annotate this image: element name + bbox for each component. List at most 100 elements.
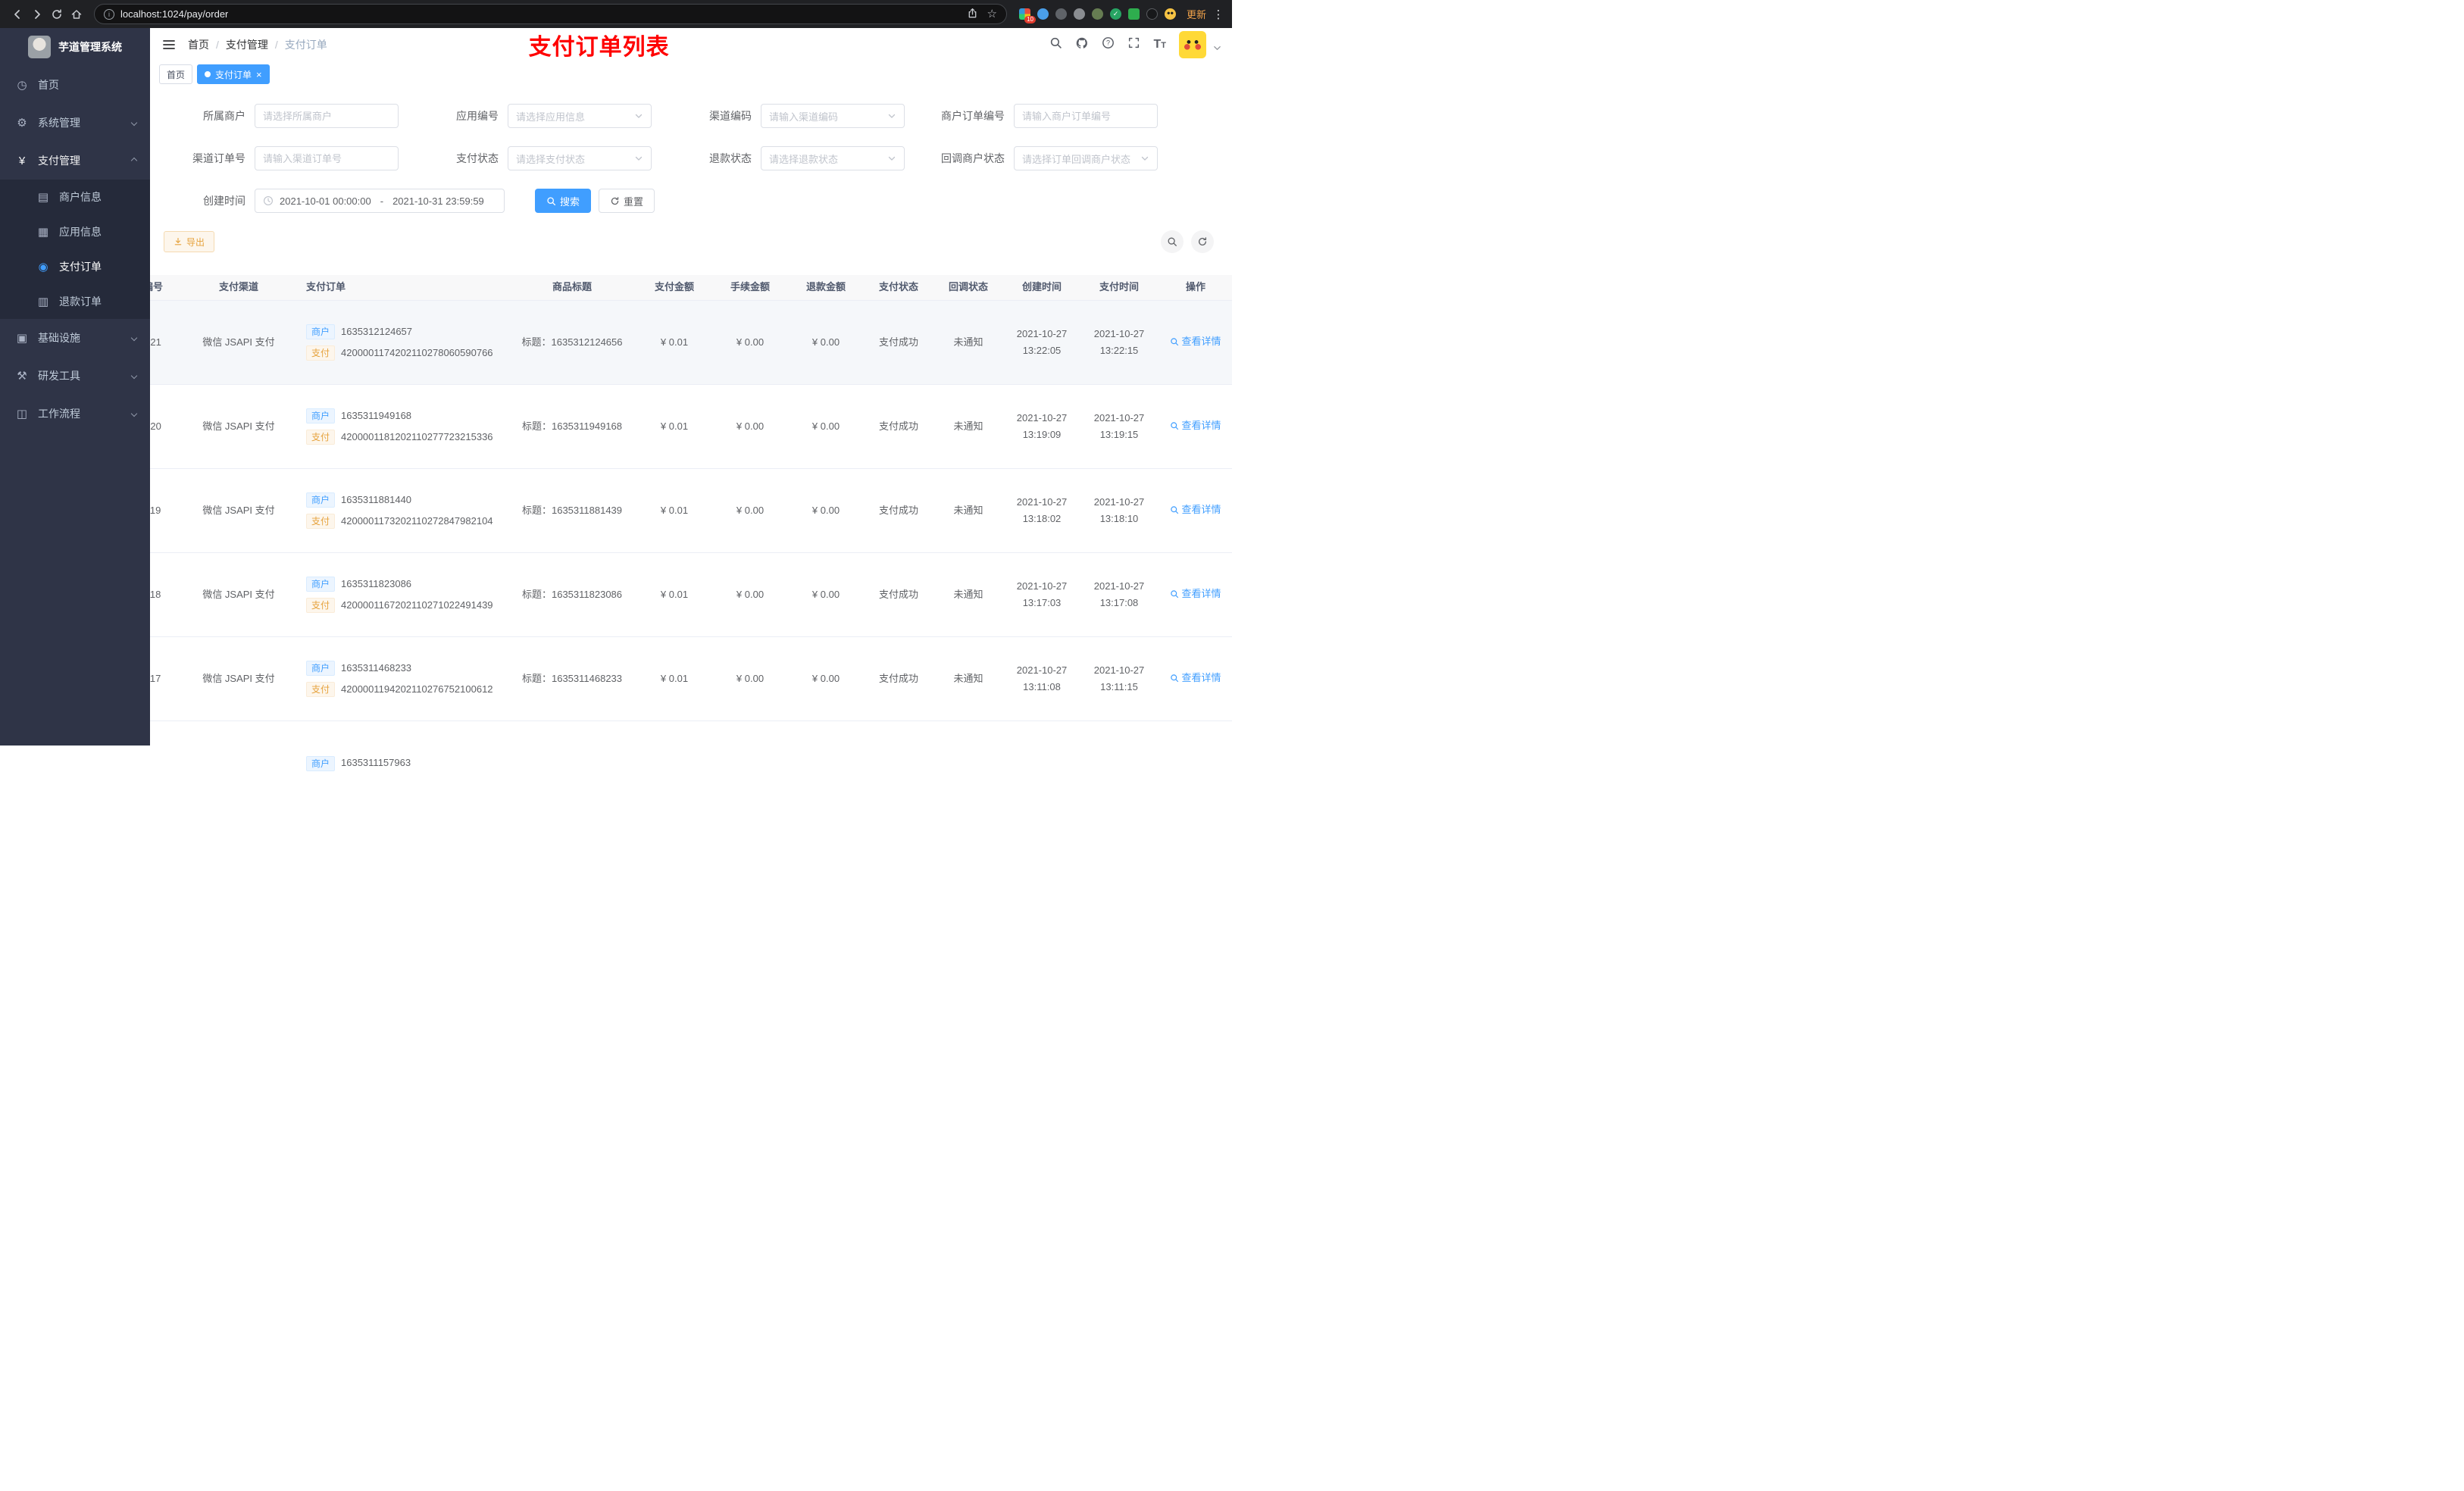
refresh-table-button[interactable] [1191,230,1214,253]
refund-status-filter-select[interactable]: 请选择退款状态 [761,146,905,170]
sidebar-item-payment[interactable]: ¥ 支付管理 [0,142,150,180]
extension-icon[interactable] [1037,8,1049,20]
sidebar: 芋道管理系统 ◷ 首页 ⚙ 系统管理 ¥ 支付管理 ▤ 商户信息 ▦ 应用信息 … [0,28,150,746]
forward-icon[interactable] [27,5,47,24]
channel-code-filter-select[interactable]: 请输入渠道编码 [761,104,905,128]
merchant-no: 1635311949168 [341,410,412,422]
reload-icon[interactable] [47,5,67,24]
col-fee: 手续金额 [730,281,770,293]
action-cell: 查看详情 [1158,502,1232,520]
share-icon[interactable] [967,8,978,21]
view-detail-link[interactable]: 查看详情 [1170,333,1221,350]
product-title-cell: 标题：1635312124656 [521,336,623,348]
monitor-icon: ▣ [16,332,28,345]
pay-order-cell: 商户 1635311949168 支付 42000011812021102777… [295,404,508,449]
notify-status-filter-label: 回调商户状态 [941,152,1005,164]
pay-time-cell: 2021-10-27 13:19:15 [1093,411,1145,440]
col-channel: 支付渠道 [218,281,258,293]
tools-icon: ⚒ [17,370,27,383]
sidebar-item-app-info[interactable]: ▦ 应用信息 [0,214,150,249]
extension-grid-icon[interactable]: 10 [1018,8,1036,23]
app-filter-select[interactable]: 请选择应用信息 [508,104,652,128]
extension-emoji-icon[interactable] [1164,8,1176,20]
briefcase-icon: ◫ [16,408,28,420]
create-time-range-picker[interactable]: 2021-10-01 00:00:00 - 2021-10-31 23:59:5… [255,189,505,213]
extension-icon[interactable] [1091,8,1103,20]
menu-fold-icon[interactable] [161,36,177,53]
sidebar-item-system[interactable]: ⚙ 系统管理 [0,104,150,142]
channel-order-no-filter-input[interactable] [255,146,399,170]
bookmark-star-icon[interactable]: ☆ [987,8,997,20]
col-status: 支付状态 [878,281,918,293]
tab-home[interactable]: 首页 [159,64,193,84]
chevron-down-icon [130,334,138,342]
notify-status-filter-select[interactable]: 请选择订单回调商户状态 [1014,146,1158,170]
reset-button[interactable]: 重置 [599,189,655,213]
col-refund: 退款金额 [805,281,846,293]
close-icon[interactable]: × [256,70,262,80]
sidebar-item-home[interactable]: ◷ 首页 [0,66,150,104]
order-id-cell: 121 [150,336,161,348]
extension-check-icon[interactable]: ✓ [1109,8,1121,20]
refund-amount-cell: ¥ 0.00 [811,420,840,432]
refund-status-filter-label: 退款状态 [709,152,752,164]
chevron-down-icon [1141,156,1149,161]
extension-icon[interactable] [1055,8,1067,20]
merchant-no: 1635311157963 [341,757,411,769]
pay-time-cell: 2021-10-27 13:18:10 [1093,495,1145,524]
browser-menu-icon[interactable]: ⋮ [1212,8,1224,21]
table-row: 118 微信 JSAPI 支付 商户 1635311823086 支付 4200… [150,553,1232,637]
view-detail-link[interactable]: 查看详情 [1170,417,1221,434]
chevron-down-icon [635,114,643,118]
help-icon[interactable]: ? [1102,36,1115,53]
sidebar-item-workflow[interactable]: ◫ 工作流程 [0,395,150,433]
pay-status-filter-select[interactable]: 请选择支付状态 [508,146,652,170]
action-cell: 查看详情 [1158,586,1232,604]
site-info-icon[interactable]: i [104,8,114,20]
search-icon [1171,506,1179,514]
fullscreen-icon[interactable] [1127,36,1140,53]
pay-time-cell: 2021-10-27 13:22:15 [1093,327,1145,356]
view-detail-link[interactable]: 查看详情 [1170,586,1221,602]
svg-text:?: ? [1106,39,1110,47]
product-title-cell: 标题：1635311949168 [521,420,623,432]
pay-channel-cell: 微信 JSAPI 支付 [202,672,275,684]
col-pay-order: 支付订单 [306,281,346,293]
search-button[interactable]: 搜索 [535,189,592,213]
refund-amount-cell: ¥ 0.00 [811,672,840,684]
breadcrumb-home[interactable]: 首页 [188,37,209,52]
home-icon[interactable] [67,5,86,24]
search-icon[interactable] [1049,36,1062,53]
pay-time-cell: 2021-10-27 13:17:08 [1093,580,1145,608]
pay-amount-cell: ¥ 0.01 [660,420,689,432]
topbar: 首页 / 支付管理 / 支付订单 支付订单列表 ? TT [150,28,1232,61]
merchant-filter-input[interactable] [255,104,399,128]
dashboard-icon: ◷ [17,79,27,92]
sidebar-item-dev-tools[interactable]: ⚒ 研发工具 [0,357,150,395]
merchant-no: 1635311823086 [341,578,412,590]
extension-icon[interactable] [1127,8,1140,20]
view-detail-link[interactable]: 查看详情 [1170,670,1221,686]
pinned-extension-icon[interactable] [1146,8,1158,20]
sidebar-item-merchant-info[interactable]: ▤ 商户信息 [0,180,150,214]
sidebar-item-pay-order[interactable]: ◉ 支付订单 [0,249,150,284]
toggle-search-button[interactable] [1161,230,1184,253]
github-icon[interactable] [1075,36,1089,54]
font-size-icon[interactable]: TT [1153,38,1166,52]
tab-pay-order[interactable]: 支付订单 × [197,64,270,84]
chevron-down-icon [130,119,138,127]
sidebar-item-refund-order[interactable]: ▥ 退款订单 [0,284,150,319]
back-icon[interactable] [8,5,27,24]
user-menu-caret-icon[interactable] [1213,42,1221,56]
browser-update-button[interactable]: 更新 [1180,5,1212,23]
user-avatar[interactable] [1179,31,1206,58]
breadcrumb-section[interactable]: 支付管理 [226,37,268,52]
chevron-down-icon [130,410,138,417]
order-id-cell: 118 [150,588,161,600]
view-detail-link[interactable]: 查看详情 [1170,502,1221,518]
extension-icon[interactable] [1073,8,1085,20]
export-button[interactable]: 导出 [164,231,215,252]
sidebar-item-infra[interactable]: ▣ 基础设施 [0,319,150,357]
address-bar[interactable]: i localhost:1024/pay/order ☆ [94,4,1007,24]
merchant-order-no-filter-input[interactable] [1014,104,1158,128]
